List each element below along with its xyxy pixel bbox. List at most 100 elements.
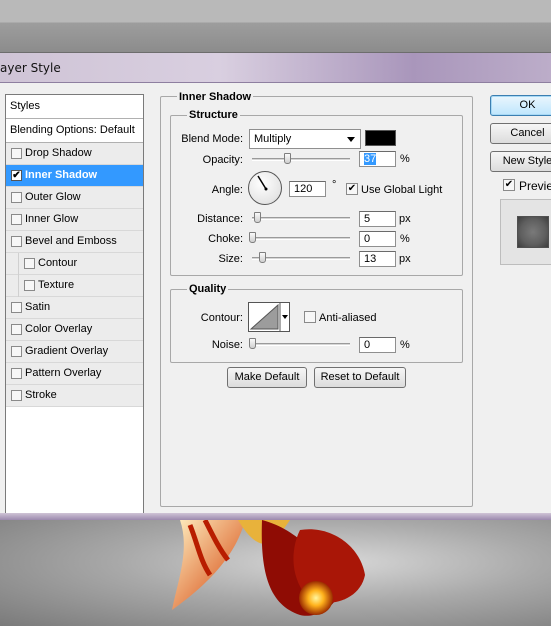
- noise-value: 0: [364, 339, 371, 351]
- angle-dial[interactable]: [248, 171, 282, 205]
- effect-checkbox[interactable]: [11, 214, 22, 225]
- effect-label: Satin: [25, 301, 51, 313]
- make-default-button[interactable]: Make Default: [227, 367, 307, 388]
- blend-mode-select[interactable]: Multiply: [249, 129, 361, 149]
- effect-checkbox[interactable]: [24, 280, 35, 291]
- checkmark-icon: ✔: [504, 179, 514, 190]
- fish-artwork-illustration: [172, 520, 365, 616]
- new-style-button[interactable]: New Style: [490, 151, 551, 172]
- effect-label: Inner Glow: [25, 213, 79, 225]
- noise-unit: %: [400, 339, 410, 351]
- effect-checkbox[interactable]: [11, 390, 22, 401]
- checkmark-icon: ✔: [12, 170, 21, 181]
- choke-slider-thumb[interactable]: [249, 232, 256, 243]
- size-value: 13: [364, 253, 377, 265]
- distance-slider-thumb[interactable]: [254, 212, 261, 223]
- effect-label: Inner Shadow: [25, 169, 98, 181]
- layer-style-dialog: ayer Style Styles Blending Options: Defa…: [0, 52, 551, 520]
- sub-indent-divider: [18, 275, 19, 297]
- shadow-color-swatch[interactable]: [365, 130, 396, 146]
- effect-checkbox[interactable]: [11, 346, 22, 357]
- size-unit: px: [399, 253, 411, 265]
- opacity-slider-thumb[interactable]: [284, 153, 291, 164]
- styles-header[interactable]: Styles: [6, 95, 143, 119]
- noise-input[interactable]: 0: [359, 337, 396, 353]
- effect-checkbox[interactable]: [11, 236, 22, 247]
- effect-item[interactable]: Inner Glow: [6, 209, 143, 231]
- choke-label: Choke:: [208, 233, 243, 245]
- opacity-unit: %: [400, 153, 410, 165]
- effect-label: Texture: [38, 279, 75, 291]
- effect-checkbox[interactable]: [24, 258, 35, 269]
- canvas-artwork: [0, 520, 551, 626]
- opacity-value: 37: [364, 153, 377, 165]
- style-preview-thumbnail: [500, 199, 551, 265]
- opacity-slider-track[interactable]: [252, 158, 350, 161]
- structure-title: Structure: [187, 109, 240, 121]
- effect-item[interactable]: Stroke: [6, 385, 143, 407]
- effect-checkbox[interactable]: [11, 302, 22, 313]
- effect-item[interactable]: Satin: [6, 297, 143, 319]
- contour-picker[interactable]: [248, 302, 290, 332]
- quality-title: Quality: [187, 283, 229, 295]
- effect-item[interactable]: Gradient Overlay: [6, 341, 143, 363]
- title-bar[interactable]: ayer Style: [0, 53, 551, 83]
- distance-label: Distance:: [197, 213, 243, 225]
- effect-item[interactable]: Drop Shadow: [6, 143, 143, 165]
- choke-value: 0: [364, 233, 371, 245]
- size-input[interactable]: 13: [359, 251, 396, 267]
- desktop-background-top: [0, 0, 551, 52]
- noise-slider-thumb[interactable]: [249, 338, 256, 349]
- anti-aliased-checkbox[interactable]: [304, 311, 316, 323]
- size-slider-thumb[interactable]: [259, 252, 266, 263]
- anti-aliased-label: Anti-aliased: [319, 312, 377, 324]
- angle-unit: °: [332, 179, 337, 191]
- effect-label: Drop Shadow: [25, 147, 92, 159]
- blending-options-item[interactable]: Blending Options: Default: [6, 119, 143, 143]
- choke-slider-track[interactable]: [252, 237, 350, 240]
- angle-indicator-icon: [257, 175, 268, 191]
- checkmark-icon: ✔: [347, 183, 357, 194]
- effect-item[interactable]: Bevel and Emboss: [6, 231, 143, 253]
- noise-label: Noise:: [211, 339, 243, 351]
- contour-curve-icon: [249, 303, 288, 331]
- effect-checkbox[interactable]: [11, 324, 22, 335]
- opacity-input[interactable]: 37: [359, 151, 396, 167]
- chevron-down-icon: [347, 137, 355, 142]
- effect-item[interactable]: ✔ Inner Shadow: [6, 165, 143, 187]
- sub-indent-divider: [18, 253, 19, 275]
- effect-label: Outer Glow: [25, 191, 81, 203]
- distance-input[interactable]: 5: [359, 211, 396, 227]
- effect-label: Stroke: [25, 389, 57, 401]
- angle-value: 120: [294, 183, 313, 195]
- reset-to-default-button[interactable]: Reset to Default: [314, 367, 406, 388]
- blend-mode-value: Multiply: [254, 133, 292, 145]
- effect-label: Color Overlay: [25, 323, 93, 335]
- effect-item[interactable]: Color Overlay: [6, 319, 143, 341]
- choke-unit: %: [400, 233, 410, 245]
- preview-swatch: [517, 216, 549, 248]
- choke-input[interactable]: 0: [359, 231, 396, 247]
- use-global-light-checkbox[interactable]: ✔: [346, 183, 358, 195]
- window-title: ayer Style: [0, 61, 61, 75]
- distance-slider-track[interactable]: [252, 217, 350, 220]
- effect-checkbox[interactable]: [11, 148, 22, 159]
- noise-slider-track[interactable]: [252, 343, 350, 346]
- inner-shadow-title: Inner Shadow: [177, 91, 254, 103]
- window-bottom-frame: [0, 513, 551, 520]
- blend-mode-label: Blend Mode:: [181, 133, 243, 145]
- quality-fieldset: [170, 289, 463, 363]
- size-slider-track[interactable]: [252, 257, 350, 260]
- effect-checkbox[interactable]: [11, 368, 22, 379]
- ok-button[interactable]: OK: [490, 95, 551, 116]
- angle-input[interactable]: 120: [289, 181, 326, 197]
- cancel-button[interactable]: Cancel: [490, 123, 551, 144]
- effect-checkbox[interactable]: ✔: [11, 170, 22, 181]
- preview-checkbox[interactable]: ✔: [503, 179, 515, 191]
- effect-item[interactable]: Contour: [6, 253, 143, 275]
- effect-label: Gradient Overlay: [25, 345, 109, 357]
- effect-item[interactable]: Outer Glow: [6, 187, 143, 209]
- effect-item[interactable]: Texture: [6, 275, 143, 297]
- effect-item[interactable]: Pattern Overlay: [6, 363, 143, 385]
- effect-checkbox[interactable]: [11, 192, 22, 203]
